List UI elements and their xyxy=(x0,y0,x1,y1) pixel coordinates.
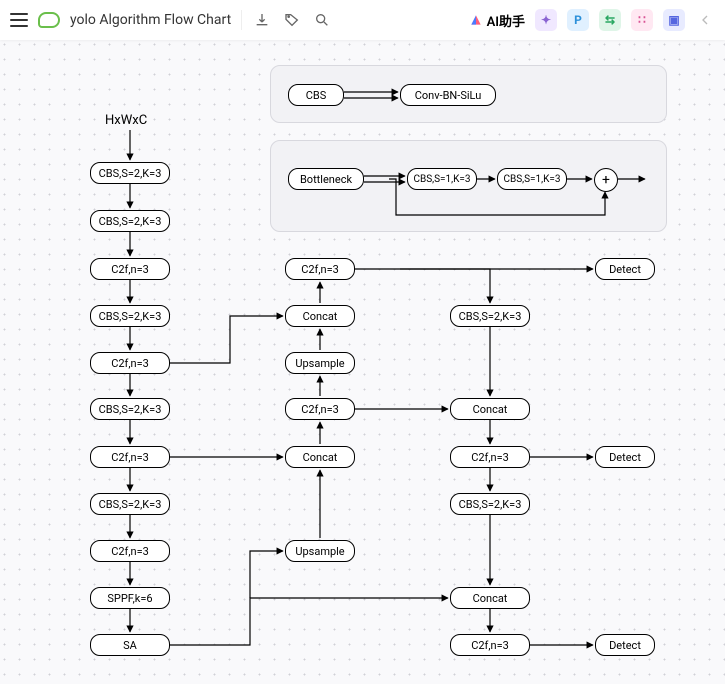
connectors xyxy=(0,40,725,684)
separator xyxy=(241,10,242,30)
doc-title: yolo Algorithm Flow Chart xyxy=(70,12,231,28)
ai-label: AI助手 xyxy=(487,11,525,30)
header: yolo Algorithm Flow Chart AI助手 ✦ P ⇆ ∷ ▣ xyxy=(0,0,725,40)
tool-button-4[interactable]: ∷ xyxy=(631,9,653,31)
diagram-canvas[interactable]: CBS Conv-BN-SiLu Bottleneck CBS,S=1,K=3 … xyxy=(0,40,725,684)
tool-button-2[interactable]: P xyxy=(567,9,589,31)
cloud-icon xyxy=(38,12,60,28)
chevron-left-icon[interactable] xyxy=(695,10,715,30)
download-icon[interactable] xyxy=(252,10,272,30)
tool-button-1[interactable]: ✦ xyxy=(535,9,557,31)
tag-icon[interactable] xyxy=(282,10,302,30)
tool-button-5[interactable]: ▣ xyxy=(663,9,685,31)
menu-icon[interactable] xyxy=(10,13,28,27)
ai-assistant-button[interactable]: AI助手 xyxy=(469,11,525,30)
tool-button-3[interactable]: ⇆ xyxy=(599,9,621,31)
search-icon[interactable] xyxy=(312,10,332,30)
